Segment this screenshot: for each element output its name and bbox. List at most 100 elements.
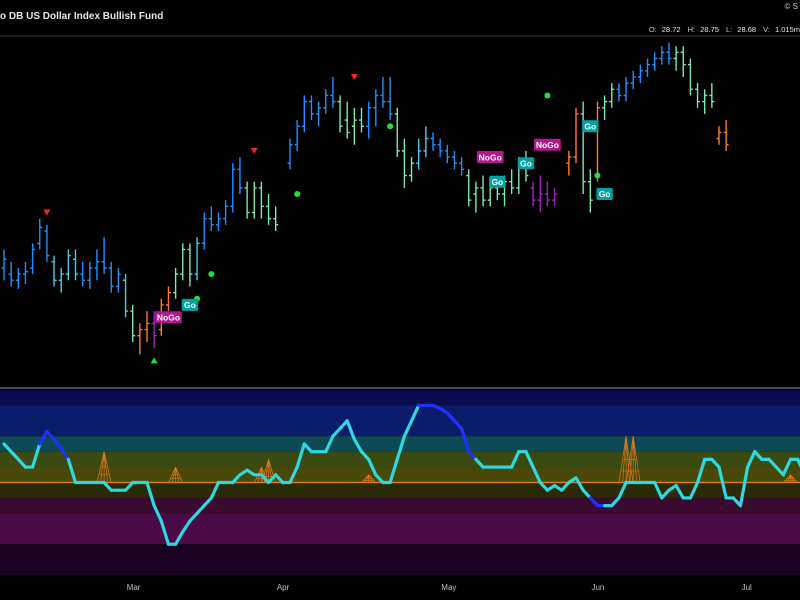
price-bar — [380, 76, 386, 108]
go-label: Go — [181, 298, 199, 311]
price-bar — [44, 224, 50, 262]
signal-dot-icon — [387, 123, 394, 130]
price-bar — [602, 95, 608, 121]
price-bar — [723, 120, 729, 151]
price-bar — [466, 169, 472, 207]
price-bar — [323, 89, 329, 114]
price-bar — [137, 323, 143, 355]
down-arrow-icon — [350, 73, 358, 80]
price-bar — [702, 89, 708, 114]
price-bar — [695, 83, 701, 108]
price-bar — [115, 267, 121, 293]
price-bar — [552, 187, 558, 207]
price-chart-canvas[interactable]: NoGo Go NoGo Go Go NoGo Go Go — [0, 0, 800, 600]
month-tick-label: May — [441, 583, 457, 592]
price-bar — [308, 95, 314, 121]
signal-dot-icon — [544, 92, 551, 99]
price-bar — [409, 157, 415, 182]
price-bar — [22, 261, 28, 284]
price-bar — [509, 169, 515, 195]
price-bar — [101, 237, 107, 275]
signal-dot-icon — [594, 172, 601, 179]
price-bar — [637, 64, 643, 84]
price-bar — [645, 58, 650, 77]
price-bar — [594, 101, 600, 182]
nogo-label: NoGo — [534, 138, 561, 151]
price-bar — [423, 126, 429, 158]
price-bar — [294, 120, 300, 151]
price-bar — [537, 175, 543, 213]
price-bar — [301, 95, 307, 133]
label-text: NoGo — [157, 312, 180, 322]
signal-dot-icon — [208, 271, 215, 278]
label-text: Go — [584, 121, 596, 131]
oscillator-band — [0, 513, 800, 545]
price-bar — [659, 46, 665, 65]
label-text: Go — [599, 189, 611, 199]
price-bar — [687, 58, 693, 96]
price-bar — [580, 101, 586, 195]
price-bar — [616, 83, 622, 102]
price-bar — [165, 286, 171, 312]
price-bar — [194, 237, 200, 281]
price-bar — [623, 76, 629, 102]
price-bar — [80, 261, 86, 287]
price-bar — [416, 138, 422, 170]
signal-dot-icon — [294, 191, 301, 198]
oscillator-band — [0, 467, 800, 483]
price-bar — [566, 150, 572, 176]
label-text: Go — [520, 158, 532, 168]
oscillator-band — [0, 544, 800, 575]
price-bar — [473, 181, 479, 213]
price-bar — [366, 101, 372, 139]
price-bar — [208, 206, 214, 231]
month-tick-label: Jul — [741, 583, 752, 592]
go-label: Go — [517, 157, 535, 170]
nogo-label: NoGo — [155, 311, 182, 324]
price-bar — [401, 138, 407, 188]
price-bar — [480, 175, 486, 207]
price-bar — [609, 83, 615, 108]
price-bar — [351, 107, 357, 145]
oscillator-band — [0, 405, 800, 437]
down-arrow-icon — [250, 147, 258, 154]
price-bar — [544, 181, 550, 207]
price-bar — [630, 70, 636, 90]
price-bar — [223, 200, 229, 225]
price-bar — [180, 243, 186, 281]
price-bar — [437, 138, 443, 158]
label-text: NoGo — [536, 140, 559, 150]
price-bar — [58, 267, 64, 293]
price-bar — [337, 95, 343, 133]
price-bar — [258, 181, 264, 219]
price-bar — [316, 101, 322, 127]
price-bar — [266, 194, 272, 225]
price-bar — [530, 181, 536, 207]
price-bar — [1, 249, 7, 281]
label-text: NoGo — [479, 152, 502, 162]
price-bar — [709, 83, 715, 108]
label-text: Go — [184, 300, 196, 310]
price-bar — [65, 249, 71, 281]
oscillator-band — [0, 390, 800, 406]
price-bar — [144, 311, 150, 342]
go-label: Go — [596, 188, 613, 201]
go-label: Go — [582, 120, 599, 133]
price-bar — [8, 261, 14, 287]
price-bar — [37, 218, 43, 250]
month-tick-label: Jun — [591, 583, 605, 592]
price-bar — [330, 76, 336, 108]
go-label: Go — [489, 175, 506, 188]
price-bar — [373, 89, 379, 127]
price-bar — [573, 107, 579, 164]
price-bar — [123, 274, 129, 318]
price-bar — [394, 107, 400, 158]
price-bar — [237, 157, 243, 195]
price-bar — [273, 206, 279, 231]
nogo-label: NoGo — [476, 151, 504, 164]
price-bar — [652, 52, 658, 71]
price-bar — [430, 132, 436, 151]
label-text: Go — [491, 177, 503, 187]
price-bar — [216, 212, 221, 231]
price-bar — [87, 261, 93, 289]
